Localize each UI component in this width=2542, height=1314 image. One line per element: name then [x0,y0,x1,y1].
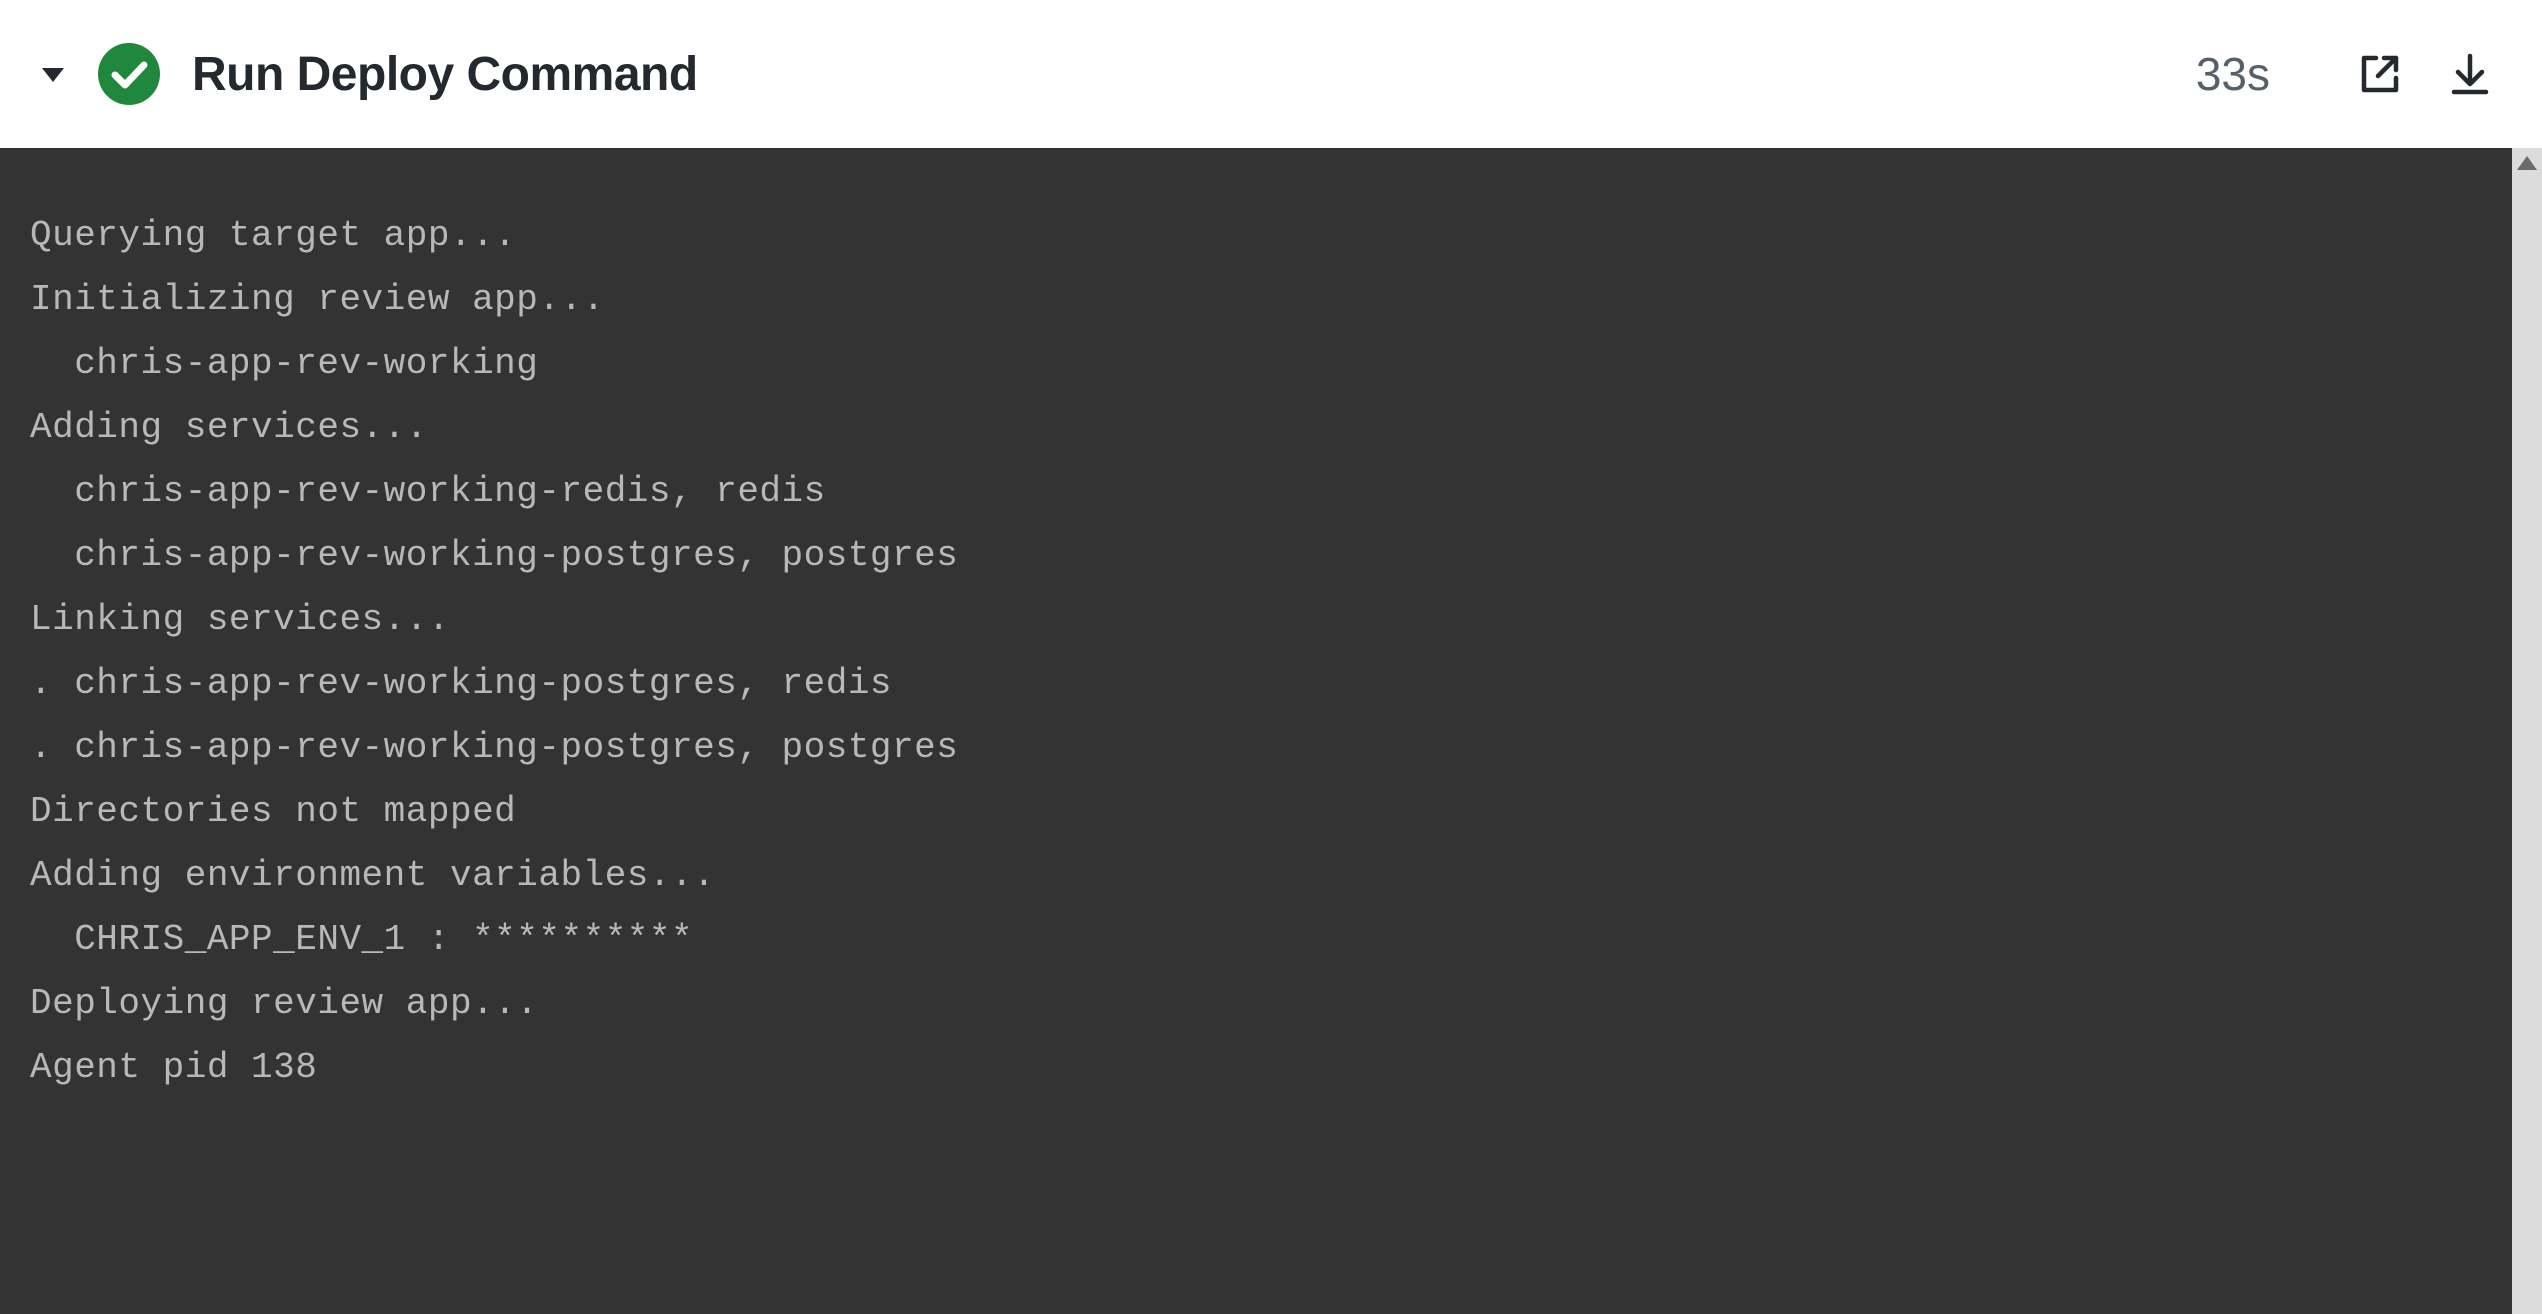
scroll-up-icon[interactable] [2517,156,2537,170]
log-line: Deploying review app... [30,972,2488,1036]
download-icon[interactable] [2442,46,2498,102]
step-title: Run Deploy Command [192,47,698,102]
scrollbar[interactable] [2512,148,2542,1314]
step-header[interactable]: Run Deploy Command 33s [0,0,2542,148]
step-panel: Run Deploy Command 33s Querying target a… [0,0,2542,1314]
log-line: Adding services... [30,396,2488,460]
log-line: chris-app-rev-working-redis, redis [30,460,2488,524]
log-body[interactable]: Querying target app... Initializing revi… [0,148,2512,1314]
log-line: CHRIS_APP_ENV_1 : ********** [30,908,2488,972]
external-link-icon[interactable] [2352,46,2408,102]
log-line: Adding environment variables... [30,844,2488,908]
log-line: Initializing review app... [30,268,2488,332]
log-line: . chris-app-rev-working-postgres, redis [30,652,2488,716]
log-line: Linking services... [30,588,2488,652]
log-line: chris-app-rev-working [30,332,2488,396]
log-line: Agent pid 138 [30,1036,2488,1100]
log-line: chris-app-rev-working-postgres, postgres [30,524,2488,588]
check-circle-icon [98,43,160,105]
log-line: Querying target app... [30,204,2488,268]
step-duration: 33s [2196,47,2270,101]
log-output: Querying target app... Initializing revi… [0,148,2542,1314]
log-line: Directories not mapped [30,780,2488,844]
caret-down-icon[interactable] [36,57,70,91]
log-line: . chris-app-rev-working-postgres, postgr… [30,716,2488,780]
